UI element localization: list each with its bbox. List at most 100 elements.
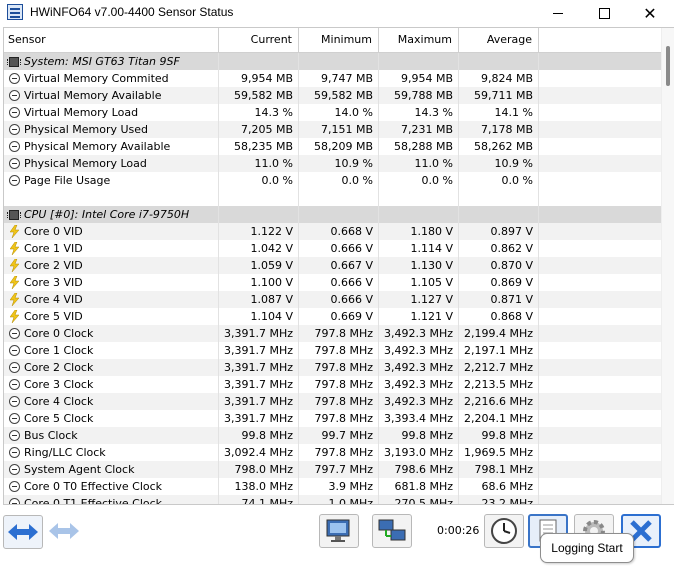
average-value bbox=[459, 53, 539, 70]
monitor-button[interactable] bbox=[319, 514, 359, 548]
close-window-button[interactable]: ✕ bbox=[627, 0, 673, 26]
average-value: 0.868 V bbox=[459, 308, 539, 325]
current-value: 1.104 V bbox=[219, 308, 299, 325]
maximum-value: 1.180 V bbox=[379, 223, 459, 240]
minimum-value: 99.7 MHz bbox=[299, 427, 379, 444]
network-button[interactable] bbox=[372, 514, 412, 548]
average-value: 1,969.5 MHz bbox=[459, 444, 539, 461]
sensor-name: Virtual Memory Commited bbox=[4, 70, 219, 87]
sensor-name bbox=[4, 189, 219, 206]
current-value: 0.0 % bbox=[219, 172, 299, 189]
column-header-current[interactable]: Current bbox=[219, 28, 299, 52]
sensor-row[interactable]: Core 1 Clock 3,391.7 MHz 797.8 MHz 3,492.3 … bbox=[4, 342, 661, 359]
reset-timer-button[interactable] bbox=[484, 514, 524, 548]
sensor-row[interactable]: Physical Memory Used 7,205 MB 7,151 MB 7,23… bbox=[4, 121, 661, 138]
minimum-value: 797.8 MHz bbox=[299, 410, 379, 427]
nav-secondary-button[interactable] bbox=[45, 515, 85, 549]
sensor-name: System Agent Clock bbox=[4, 461, 219, 478]
average-value: 7,178 MB bbox=[459, 121, 539, 138]
sensor-name: Core 4 VID bbox=[4, 291, 219, 308]
current-value: 58,235 MB bbox=[219, 138, 299, 155]
maximum-value: 7,231 MB bbox=[379, 121, 459, 138]
column-header-sensor[interactable]: Sensor bbox=[4, 28, 219, 52]
sensor-row[interactable]: Core 2 VID 1.059 V 0.667 V 1.130 V 0.870 V bbox=[4, 257, 661, 274]
sensor-row[interactable]: Ring/LLC Clock 3,092.4 MHz 797.8 MHz 3,193.… bbox=[4, 444, 661, 461]
maximum-value: 3,492.3 MHz bbox=[379, 393, 459, 410]
sensor-row[interactable]: Core 0 T1 Effective Clock 74.1 MHz 1.0 MHz… bbox=[4, 495, 661, 504]
sensor-name: Core 0 T0 Effective Clock bbox=[4, 478, 219, 495]
current-value: 3,391.7 MHz bbox=[219, 359, 299, 376]
sensor-row[interactable]: Page File Usage 0.0 % 0.0 % 0.0 % 0.0 % bbox=[4, 172, 661, 189]
sensor-row[interactable]: Virtual Memory Load 14.3 % 14.0 % 14.3 % 14.… bbox=[4, 104, 661, 121]
minimum-value: 0.666 V bbox=[299, 274, 379, 291]
sensor-group-row[interactable]: System: MSI GT63 Titan 9SF bbox=[4, 53, 661, 70]
sensor-name: Physical Memory Available bbox=[4, 138, 219, 155]
sensor-row[interactable]: Physical Memory Available 58,235 MB 58,209… bbox=[4, 138, 661, 155]
column-header-maximum[interactable]: Maximum bbox=[379, 28, 459, 52]
minimize-button[interactable] bbox=[535, 0, 581, 26]
column-header-minimum[interactable]: Minimum bbox=[299, 28, 379, 52]
average-value: 2,197.1 MHz bbox=[459, 342, 539, 359]
sensor-row[interactable]: Virtual Memory Commited 9,954 MB 9,747 MB 9… bbox=[4, 70, 661, 87]
network-computers-icon bbox=[378, 519, 406, 541]
app-icon bbox=[7, 4, 23, 20]
sensor-row[interactable]: Core 0 Clock 3,391.7 MHz 797.8 MHz 3,492.3 … bbox=[4, 325, 661, 342]
average-value: 0.897 V bbox=[459, 223, 539, 240]
sensor-row[interactable]: Core 2 Clock 3,391.7 MHz 797.8 MHz 3,492.3 … bbox=[4, 359, 661, 376]
sensor-group-row[interactable]: CPU [#0]: Intel Core i7-9750H bbox=[4, 206, 661, 223]
current-value: 11.0 % bbox=[219, 155, 299, 172]
minimum-value bbox=[299, 189, 379, 206]
sensor-name: Physical Memory Used bbox=[4, 121, 219, 138]
sensor-table[interactable]: Sensor Current Minimum Maximum Average S… bbox=[3, 27, 674, 505]
sensor-row[interactable]: Core 3 Clock 3,391.7 MHz 797.8 MHz 3,492.3 … bbox=[4, 376, 661, 393]
sensor-name: Core 0 VID bbox=[4, 223, 219, 240]
sensor-name: Bus Clock bbox=[4, 427, 219, 444]
current-value: 3,391.7 MHz bbox=[219, 410, 299, 427]
average-value: 10.9 % bbox=[459, 155, 539, 172]
sensor-row[interactable]: Core 4 VID 1.087 V 0.666 V 1.127 V 0.871 V bbox=[4, 291, 661, 308]
current-value: 3,391.7 MHz bbox=[219, 342, 299, 359]
current-value: 59,582 MB bbox=[219, 87, 299, 104]
average-value: 0.871 V bbox=[459, 291, 539, 308]
current-value: 138.0 MHz bbox=[219, 478, 299, 495]
minimum-value: 14.0 % bbox=[299, 104, 379, 121]
minimum-value bbox=[299, 53, 379, 70]
maximize-icon bbox=[598, 7, 610, 19]
sensor-row[interactable]: Bus Clock 99.8 MHz 99.7 MHz 99.8 MHz 99.8 MH… bbox=[4, 427, 661, 444]
sensor-row[interactable]: Core 5 VID 1.104 V 0.669 V 1.121 V 0.868 V bbox=[4, 308, 661, 325]
maximum-value: 3,393.4 MHz bbox=[379, 410, 459, 427]
average-value: 9,824 MB bbox=[459, 70, 539, 87]
current-value: 1.042 V bbox=[219, 240, 299, 257]
sensor-name: Core 2 VID bbox=[4, 257, 219, 274]
sensor-name: Page File Usage bbox=[4, 172, 219, 189]
sensor-row[interactable]: Core 3 VID 1.100 V 0.666 V 1.105 V 0.869 V bbox=[4, 274, 661, 291]
sensor-name: Physical Memory Load bbox=[4, 155, 219, 172]
sensor-row[interactable]: Core 1 VID 1.042 V 0.666 V 1.114 V 0.862 V bbox=[4, 240, 661, 257]
maximum-value bbox=[379, 53, 459, 70]
minimum-value: 1.0 MHz bbox=[299, 495, 379, 504]
column-header-average[interactable]: Average bbox=[459, 28, 539, 52]
minimum-value: 797.8 MHz bbox=[299, 342, 379, 359]
monitor-icon bbox=[326, 519, 350, 542]
nav-left-right-button[interactable] bbox=[3, 515, 43, 549]
maximize-button[interactable] bbox=[581, 0, 627, 26]
scrollbar-thumb[interactable] bbox=[666, 46, 670, 86]
maximum-value: 3,492.3 MHz bbox=[379, 376, 459, 393]
maximum-value: 3,492.3 MHz bbox=[379, 359, 459, 376]
average-value: 58,262 MB bbox=[459, 138, 539, 155]
sensor-row[interactable]: Virtual Memory Available 59,582 MB 59,582 … bbox=[4, 87, 661, 104]
sensor-row[interactable]: System Agent Clock 798.0 MHz 797.7 MHz 798.… bbox=[4, 461, 661, 478]
current-value: 1.100 V bbox=[219, 274, 299, 291]
sensor-row[interactable]: Core 0 T0 Effective Clock 138.0 MHz 3.9 MH… bbox=[4, 478, 661, 495]
sensor-row[interactable]: Core 4 Clock 3,391.7 MHz 797.8 MHz 3,492.3 … bbox=[4, 393, 661, 410]
sensor-row[interactable]: Physical Memory Load 11.0 % 10.9 % 11.0 % 10… bbox=[4, 155, 661, 172]
sensor-row[interactable]: Core 0 VID 1.122 V 0.668 V 1.180 V 0.897 V bbox=[4, 223, 661, 240]
average-value: 2,216.6 MHz bbox=[459, 393, 539, 410]
vertical-scrollbar[interactable] bbox=[661, 28, 674, 504]
average-value: 2,199.4 MHz bbox=[459, 325, 539, 342]
sensor-row[interactable]: Core 5 Clock 3,391.7 MHz 797.8 MHz 3,393.4 … bbox=[4, 410, 661, 427]
average-value: 798.1 MHz bbox=[459, 461, 539, 478]
current-value: 3,391.7 MHz bbox=[219, 325, 299, 342]
sensor-name: Core 4 Clock bbox=[4, 393, 219, 410]
current-value: 9,954 MB bbox=[219, 70, 299, 87]
